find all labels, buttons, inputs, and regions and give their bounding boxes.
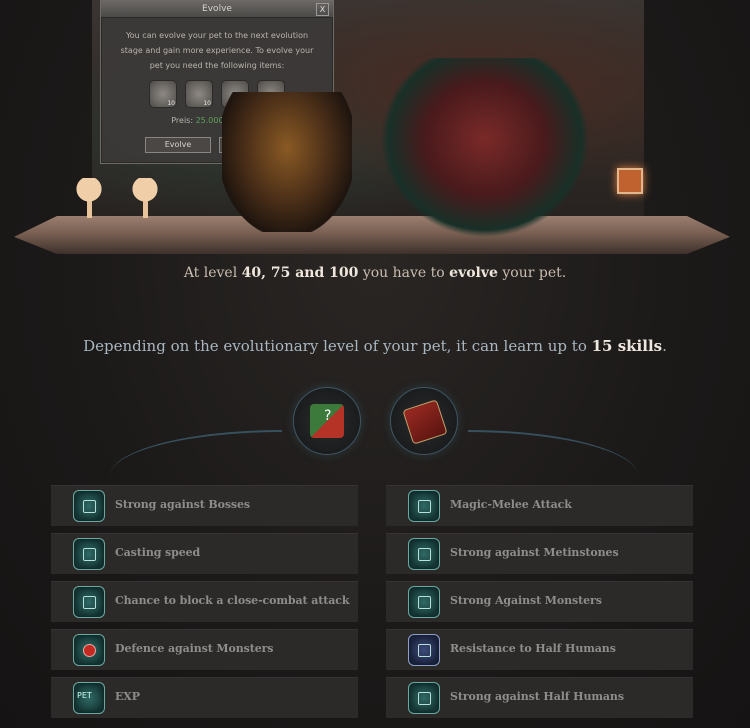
dialog-text: You can evolve your pet to the next evol…: [101, 18, 333, 77]
required-item-slot[interactable]: 10: [149, 80, 177, 108]
skill-row: Strong against Half Humans: [386, 677, 693, 718]
required-item-slot[interactable]: 10: [185, 80, 213, 108]
skill-label: Strong against Bosses: [115, 498, 251, 511]
intro-action: evolve: [449, 265, 498, 281]
skill-label: Strong Against Monsters: [450, 594, 602, 607]
skill-row: Strong against Metinstones: [386, 533, 693, 574]
monster-icon: [408, 586, 440, 618]
gift-box-icon: [310, 404, 344, 438]
half-human-strength-icon: [408, 682, 440, 714]
skill-label: Strong against Half Humans: [450, 690, 624, 703]
pet-creature-small: [222, 92, 352, 232]
skill-label: Chance to block a close-combat attack: [115, 594, 350, 607]
skill-book-icon: [402, 399, 448, 445]
evolve-button[interactable]: Evolve: [145, 137, 211, 153]
skill-row: EXP: [51, 677, 358, 718]
skill-label: Resistance to Half Humans: [450, 642, 616, 655]
intro-mid: you have to: [358, 265, 450, 281]
skill-row: Defence against Monsters: [51, 629, 358, 670]
intro-pre: At level: [183, 265, 242, 281]
boss-icon: [73, 490, 105, 522]
pet-creature-large: [380, 58, 590, 238]
casting-speed-icon: [73, 538, 105, 570]
skill-label: Casting speed: [115, 546, 201, 559]
stick-figure-left: [76, 178, 102, 228]
skills-count: 15 skills: [591, 337, 663, 355]
half-human-resistance-icon: [408, 634, 440, 666]
skill-label: EXP: [115, 690, 140, 703]
skill-label: Strong against Metinstones: [450, 546, 619, 559]
gift-emblem: [293, 387, 361, 455]
skill-row: Magic-Melee Attack: [386, 485, 693, 526]
dialog-title-text: Evolve: [202, 4, 232, 14]
skill-row: Casting speed: [51, 533, 358, 574]
book-emblem: [390, 387, 458, 455]
dialog-text-line: You can evolve your pet to the next evol…: [125, 31, 309, 40]
skills-info: Depending on the evolutionary level of y…: [0, 337, 750, 355]
item-count: 10: [203, 100, 211, 107]
decorative-arc-left: [110, 430, 282, 476]
stage-platform: [14, 216, 730, 254]
evolve-info: At level 40, 75 and 100 you have to evol…: [0, 265, 750, 281]
skills-post: .: [662, 337, 667, 355]
skill-label: Magic-Melee Attack: [450, 498, 572, 511]
stick-figure-right: [132, 178, 158, 228]
pet-exp-icon: [73, 682, 105, 714]
skills-pre: Depending on the evolutionary level of y…: [83, 337, 592, 355]
intro-levels: 40, 75 and 100: [241, 265, 359, 281]
lantern-icon: [617, 168, 643, 194]
block-icon: [73, 586, 105, 618]
dialog-text-line: stage and gain more experience. To evolv…: [120, 46, 314, 55]
magic-melee-icon: [408, 490, 440, 522]
skill-row: Chance to block a close-combat attack: [51, 581, 358, 622]
skill-row: Resistance to Half Humans: [386, 629, 693, 670]
item-count: 10: [167, 100, 175, 107]
defence-icon: [73, 634, 105, 666]
hero-scene: Evolve X You can evolve your pet to the …: [0, 0, 750, 258]
skill-label: Defence against Monsters: [115, 642, 274, 655]
dialog-text-line: pet you need the following items:: [149, 61, 285, 70]
intro-post: your pet.: [497, 265, 567, 281]
decorative-arc-right: [468, 430, 638, 476]
skill-row: Strong Against Monsters: [386, 581, 693, 622]
price-label: Preis:: [171, 116, 194, 125]
close-icon[interactable]: X: [316, 3, 329, 16]
metinstone-icon: [408, 538, 440, 570]
dialog-title: Evolve X: [101, 1, 333, 18]
skill-row: Strong against Bosses: [51, 485, 358, 526]
